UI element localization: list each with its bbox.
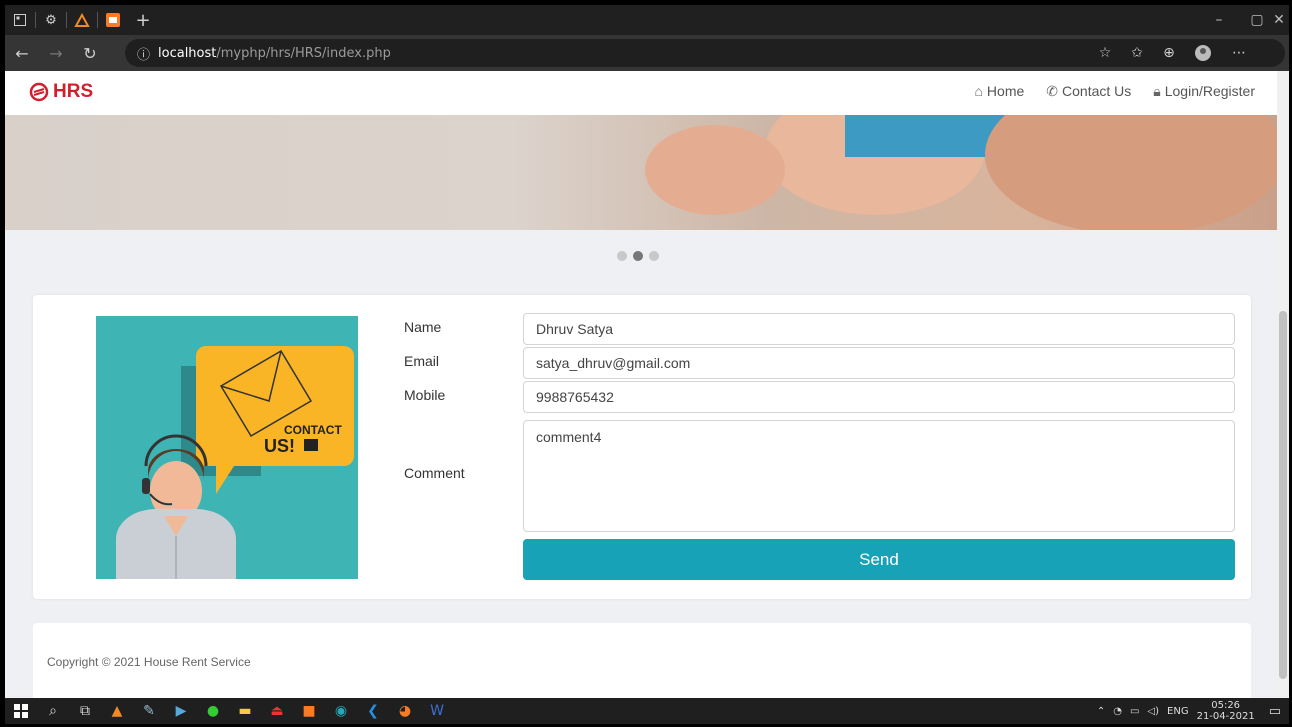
more-menu-icon[interactable]: ⋯: [1225, 39, 1253, 67]
illus-text-contact: CONTACT: [284, 423, 342, 437]
phone-icon: ✆: [1046, 83, 1059, 99]
carousel-dot-2[interactable]: [633, 251, 643, 261]
windows-taskbar: ⌕ ⧉ ▲ ✎ ▶ ● ▬ ⏏ ■ ◉ ❮ ◕ W ⌃ ◔ ▭ ◁) ENG 0…: [5, 698, 1289, 724]
contact-card: CONTACT US! Name Dhruv Satya Email satya…: [33, 295, 1251, 599]
url-host: localhost: [158, 45, 217, 61]
whatsapp-icon[interactable]: ●: [197, 698, 229, 724]
page-scrollbar[interactable]: [1277, 71, 1289, 698]
screen-frame: ⚙ + – ▢ ✕ ← → ↻ ⓘ localhost/myphp/hrs/HR…: [0, 0, 1292, 727]
clock-date: 21-04-2021: [1196, 711, 1255, 722]
contact-us-illustration: CONTACT US!: [96, 316, 358, 579]
banner-blue-block: [845, 115, 1005, 157]
banner-finger-shape: [645, 125, 785, 215]
xampp-tab-icon[interactable]: [67, 5, 97, 35]
hrs-favicon-icon: [101, 10, 125, 30]
clock-time: 05:26: [1211, 700, 1241, 711]
new-tab-button[interactable]: +: [128, 5, 158, 35]
nav-login-label: Login/Register: [1164, 83, 1255, 99]
add-favorite-icon[interactable]: ☆: [1091, 39, 1119, 67]
home-icon: ⌂: [974, 83, 983, 99]
xampp-icon[interactable]: ■: [293, 698, 325, 724]
illus-text-us: US!: [264, 436, 295, 456]
mobile-field[interactable]: 9988765432: [523, 381, 1235, 413]
battery-icon[interactable]: ▭: [1130, 706, 1139, 717]
collections-icon[interactable]: ⊕: [1155, 39, 1183, 67]
back-button[interactable]: ←: [5, 36, 39, 70]
page-viewport: HRS ⌂ Home ✆ Contact Us 🔒︎ Login/Register: [5, 71, 1277, 698]
start-button[interactable]: [5, 698, 37, 724]
search-icon[interactable]: ⌕: [37, 698, 69, 724]
scrollbar-thumb[interactable]: [1279, 311, 1287, 679]
carousel-banner-image: [5, 115, 1277, 230]
carousel-dot-3[interactable]: [649, 251, 659, 261]
site-navbar: HRS ⌂ Home ✆ Contact Us 🔒︎ Login/Register: [5, 71, 1277, 115]
file-explorer-icon[interactable]: ▬: [229, 698, 261, 724]
comment-label: Comment: [404, 465, 465, 481]
carousel-indicators: [617, 251, 659, 261]
word-icon[interactable]: W: [421, 698, 453, 724]
lock-icon: 🔒︎: [1153, 83, 1161, 99]
browser-tab-strip: ⚙ + – ▢ ✕: [5, 5, 1289, 35]
tab-actions-icon[interactable]: [5, 5, 35, 35]
nav-contact-label: Contact Us: [1062, 83, 1132, 99]
minimize-button[interactable]: –: [1199, 5, 1239, 35]
firefox-icon[interactable]: ◕: [389, 698, 421, 724]
paint-icon[interactable]: ✎: [133, 698, 165, 724]
vscode-icon[interactable]: ❮: [357, 698, 389, 724]
info-icon[interactable]: ⓘ: [137, 44, 150, 63]
nav-home-link[interactable]: ⌂ Home: [974, 83, 1024, 100]
name-field[interactable]: Dhruv Satya: [523, 313, 1235, 345]
mobile-label: Mobile: [404, 387, 446, 403]
name-label: Name: [404, 319, 442, 335]
email-field[interactable]: satya_dhruv@gmail.com: [523, 347, 1235, 379]
site-logo[interactable]: HRS: [29, 81, 93, 103]
send-button[interactable]: Send: [523, 539, 1235, 580]
browser-toolbar: ← → ↻ ⓘ localhost/myphp/hrs/HRS/index.ph…: [5, 35, 1289, 71]
nav-login-link[interactable]: 🔒︎ Login/Register: [1153, 83, 1255, 100]
address-bar[interactable]: ⓘ localhost/myphp/hrs/HRS/index.php ☆ ✩ …: [125, 39, 1285, 67]
language-indicator[interactable]: ENG: [1167, 706, 1189, 717]
nav-links: ⌂ Home ✆ Contact Us 🔒︎ Login/Register: [974, 83, 1255, 100]
acrobat-icon[interactable]: ⏏: [261, 698, 293, 724]
editor-icon[interactable]: ▶: [165, 698, 197, 724]
favorites-icon[interactable]: ✩: [1123, 39, 1151, 67]
active-tab[interactable]: [98, 5, 128, 35]
refresh-button[interactable]: ↻: [73, 36, 107, 70]
profile-avatar[interactable]: [1189, 39, 1217, 67]
vlc-icon[interactable]: ▲: [101, 698, 133, 724]
contact-illustration-svg: CONTACT US!: [116, 346, 354, 579]
comment-textarea[interactable]: comment4: [523, 420, 1235, 532]
volume-icon[interactable]: ◁): [1147, 706, 1159, 717]
tray-chevron-icon[interactable]: ⌃: [1097, 706, 1105, 717]
settings-tab-icon[interactable]: ⚙: [36, 5, 66, 35]
edge-icon[interactable]: ◉: [325, 698, 357, 724]
carousel-dot-1[interactable]: [617, 251, 627, 261]
url-path: /myphp/hrs/HRS/index.php: [216, 45, 391, 61]
site-footer: Copyright © 2021 House Rent Service: [33, 623, 1251, 698]
task-view-icon[interactable]: ⧉: [69, 698, 101, 724]
forward-button[interactable]: →: [39, 36, 73, 70]
email-label: Email: [404, 353, 440, 369]
copyright-text: Copyright © 2021 House Rent Service: [47, 655, 251, 669]
close-window-button[interactable]: ✕: [1259, 5, 1292, 35]
nav-contact-link[interactable]: ✆ Contact Us: [1046, 83, 1131, 100]
nav-home-label: Home: [986, 83, 1025, 99]
hrs-logo-icon: [29, 82, 49, 102]
banner-hand-shape-right: [985, 115, 1277, 230]
brand-name: HRS: [53, 81, 94, 102]
wifi-icon[interactable]: ◔: [1113, 706, 1122, 717]
clock[interactable]: 05:26 21-04-2021: [1197, 700, 1255, 722]
system-tray: ⌃ ◔ ▭ ◁) ENG 05:26 21-04-2021 ▭: [1097, 698, 1281, 724]
notifications-icon[interactable]: ▭: [1269, 704, 1281, 719]
